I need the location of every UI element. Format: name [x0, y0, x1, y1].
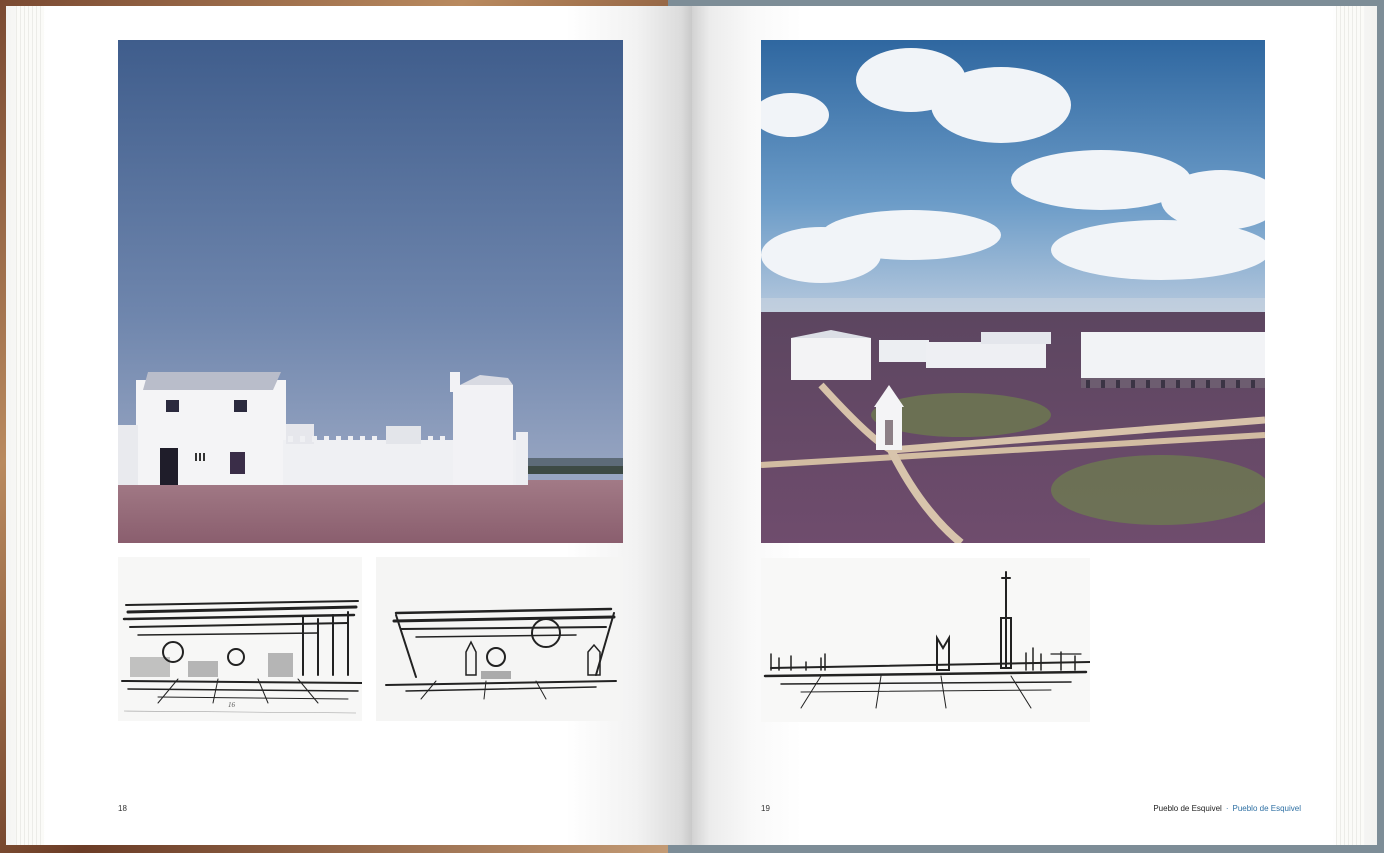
- running-head-title-accent: Pueblo de Esquivel: [1232, 804, 1302, 813]
- right-page-edges: [1336, 6, 1364, 845]
- street-sketch: [376, 557, 623, 721]
- village-aerial-photo: [761, 40, 1265, 543]
- running-head-separator: ·: [1225, 804, 1229, 813]
- sketch-annotation: 16: [228, 701, 236, 709]
- running-head-title: Pueblo de Esquivel: [1153, 804, 1222, 813]
- page-number-right: 19: [761, 804, 770, 813]
- page-number-left: 18: [118, 804, 127, 813]
- running-head: Pueblo de Esquivel · Pueblo de Esquivel: [1153, 804, 1301, 813]
- plaza-sketch: 16: [118, 557, 362, 721]
- skyline-sketch: [761, 558, 1090, 722]
- left-page-edges: [16, 6, 44, 845]
- whitewashed-houses-photo: [118, 40, 623, 543]
